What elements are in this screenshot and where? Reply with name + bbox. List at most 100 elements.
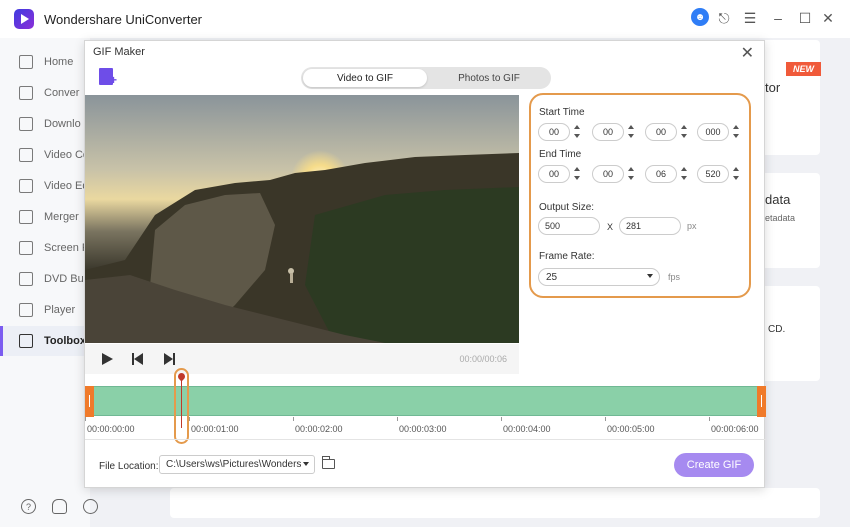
player-icon (19, 303, 33, 317)
close-dialog-button[interactable]: ✕ (741, 43, 754, 63)
sidebar-item-video-editor[interactable]: Video Ed (0, 171, 90, 201)
create-gif-button[interactable]: Create GIF (674, 453, 754, 477)
sidebar-item-label: Toolbox (44, 335, 86, 347)
frame-rate-select[interactable]: 25 (538, 268, 660, 286)
sidebar-item-label: DVD Bur (44, 273, 88, 285)
file-location-label: File Location: (99, 461, 159, 472)
tool-card-title: data (765, 192, 791, 207)
ruler-tick-label: 00:00:02:00 (295, 424, 343, 434)
start-hour-stepper[interactable] (573, 123, 582, 141)
end-minute-input[interactable]: 00 (592, 165, 624, 183)
menu-icon[interactable]: ☰ (740, 8, 760, 28)
sidebar-item-player[interactable]: Player (0, 295, 90, 325)
ruler-tick (605, 417, 606, 421)
frame-rate-value: 25 (546, 271, 558, 283)
ruler-tick (189, 417, 190, 421)
ruler-tick-label: 00:00:06:00 (711, 424, 759, 434)
ruler-tick-label: 00:00:04:00 (503, 424, 551, 434)
sidebar-item-home[interactable]: Home (0, 47, 90, 77)
start-minute-stepper[interactable] (627, 123, 636, 141)
start-millisecond-stepper[interactable] (732, 123, 741, 141)
output-width-input[interactable]: 500 (538, 217, 600, 235)
ruler-tick (501, 417, 502, 421)
video-preview (85, 95, 519, 343)
ruler-tick (293, 417, 294, 421)
sidebar-item-screen-recorder[interactable]: Screen R (0, 233, 90, 263)
disc-icon (19, 272, 33, 286)
file-location-row: File Location: C:\Users\ws\Pictures\Wond… (85, 439, 766, 489)
add-file-icon[interactable] (99, 68, 117, 87)
timeline-ruler: 00:00:00:00 00:00:01:00 00:00:02:00 00:0… (85, 417, 766, 437)
support-headset-icon[interactable]: ⎋ (714, 8, 734, 28)
sidebar-item-label: Video Co (44, 149, 90, 161)
close-window-button[interactable]: ✕ (818, 8, 838, 28)
end-hour-input[interactable]: 00 (538, 165, 570, 183)
end-second-stepper[interactable] (680, 165, 689, 183)
ruler-tick-label: 00:00:00:00 (87, 424, 135, 434)
previous-frame-button[interactable] (132, 353, 143, 365)
end-hour-stepper[interactable] (573, 165, 582, 183)
sidebar-item-label: Screen R (44, 242, 90, 254)
sidebar-item-dvd-burner[interactable]: DVD Bur (0, 264, 90, 294)
app-logo-icon (14, 9, 34, 29)
sidebar: Home Conver Downlo Video Co Video Ed Mer… (0, 38, 90, 527)
new-badge: NEW (786, 62, 821, 76)
download-icon (19, 117, 33, 131)
ruler-tick-label: 00:00:01:00 (191, 424, 239, 434)
play-button[interactable] (102, 353, 113, 365)
end-time-label: End Time (539, 149, 582, 160)
size-unit: px (687, 221, 697, 231)
tool-card-desc: CD. (768, 324, 786, 335)
end-millisecond-stepper[interactable] (732, 165, 741, 183)
file-location-path: C:\Users\ws\Pictures\Wonders (166, 459, 302, 470)
player-controls: 00:00/00:06 (85, 344, 519, 374)
sidebar-item-label: Player (44, 304, 76, 316)
sidebar-item-label: Downlo (44, 118, 81, 130)
end-minute-stepper[interactable] (627, 165, 636, 183)
file-location-select[interactable]: C:\Users\ws\Pictures\Wonders (159, 455, 315, 474)
folder-icon[interactable] (322, 456, 335, 469)
output-size-label: Output Size: (539, 202, 595, 213)
sidebar-item-merger[interactable]: Merger (0, 202, 90, 232)
start-second-stepper[interactable] (680, 123, 689, 141)
notification-bell-icon[interactable] (52, 499, 67, 514)
end-second-input[interactable]: 06 (645, 165, 677, 183)
sidebar-item-toolbox[interactable]: Toolbox (0, 326, 90, 356)
start-second-input[interactable]: 00 (645, 123, 677, 141)
sidebar-item-label: Merger (44, 211, 79, 223)
chevron-down-icon (647, 274, 653, 278)
ruler-tick-label: 00:00:05:00 (607, 424, 655, 434)
sidebar-item-converter[interactable]: Conver (0, 78, 90, 108)
sidebar-item-label: Conver (44, 87, 80, 99)
sidebar-item-downloader[interactable]: Downlo (0, 109, 90, 139)
ruler-tick (709, 417, 710, 421)
toolbox-icon (19, 334, 33, 348)
user-account-icon[interactable]: ☻ (691, 8, 709, 26)
tab-video-to-gif[interactable]: Video to GIF (303, 69, 427, 87)
tool-card-title: tor (765, 80, 781, 95)
feedback-icon[interactable] (83, 499, 98, 514)
frame-rate-label: Frame Rate: (539, 251, 595, 262)
home-icon (19, 55, 33, 69)
next-frame-button[interactable] (164, 353, 175, 365)
end-millisecond-input[interactable]: 520 (697, 165, 729, 183)
size-separator: X (607, 222, 614, 232)
tab-photos-to-gif[interactable]: Photos to GIF (429, 69, 549, 87)
trim-start-handle[interactable] (85, 386, 94, 417)
start-millisecond-input[interactable]: 000 (697, 123, 729, 141)
start-time-label: Start Time (539, 107, 585, 118)
sidebar-item-video-compressor[interactable]: Video Co (0, 140, 90, 170)
trim-end-handle[interactable] (757, 386, 766, 417)
tool-card (170, 488, 820, 518)
mode-tabs: Video to GIF Photos to GIF (301, 67, 551, 89)
app-title: Wondershare UniConverter (44, 12, 202, 27)
output-height-input[interactable]: 281 (619, 217, 681, 235)
help-icon[interactable]: ? (21, 499, 36, 514)
title-bar: Wondershare UniConverter ☻ ⎋ ☰ – ☐ ✕ (0, 0, 850, 38)
start-minute-input[interactable]: 00 (592, 123, 624, 141)
maximize-button[interactable]: ☐ (795, 8, 815, 28)
minimize-button[interactable]: – (768, 8, 788, 28)
scissors-icon (19, 179, 33, 193)
start-hour-input[interactable]: 00 (538, 123, 570, 141)
playback-time: 00:00/00:06 (459, 354, 507, 364)
